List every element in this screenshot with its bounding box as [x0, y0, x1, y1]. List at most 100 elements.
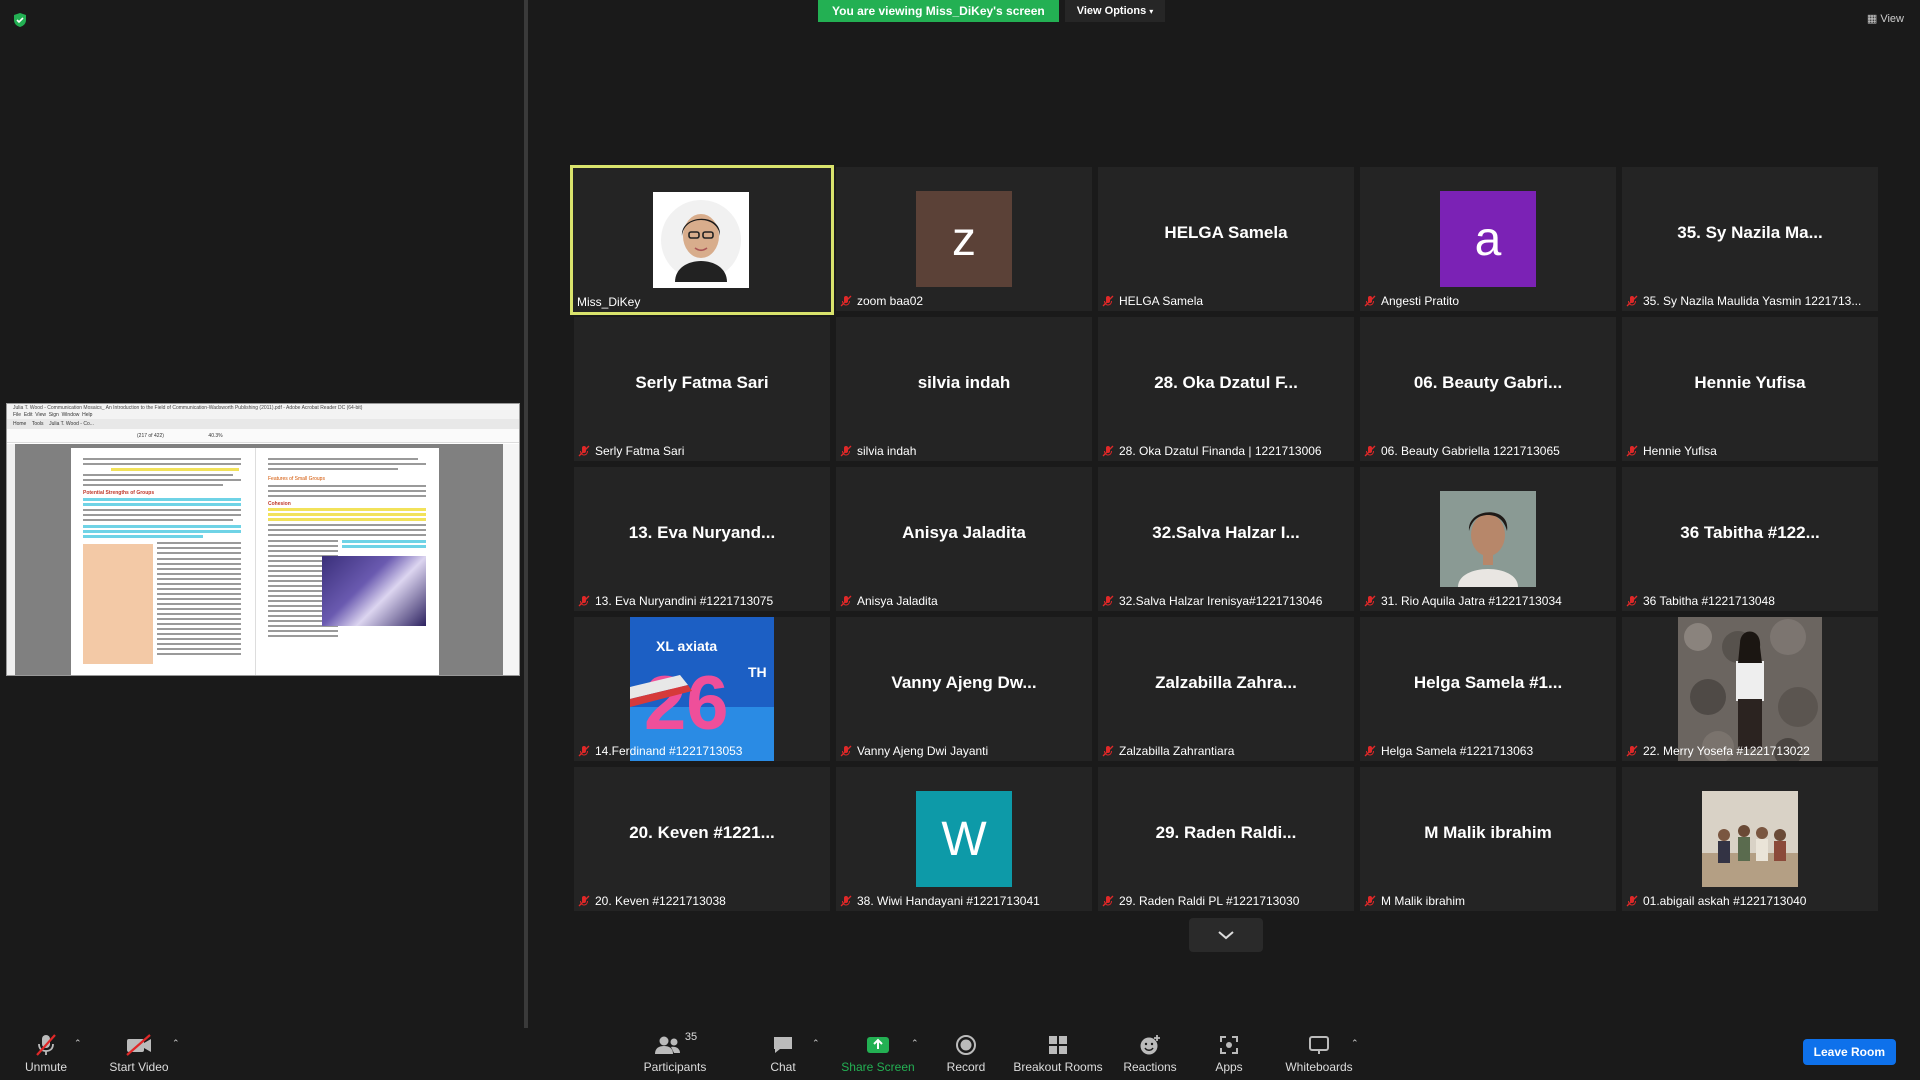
- participant-name-label: M Malik ibrahim: [1364, 894, 1465, 908]
- participant-name-text: Zalzabilla Zahrantiara: [1119, 744, 1235, 758]
- participants-count: 35: [684, 1031, 698, 1043]
- start-video-button[interactable]: Start Video: [104, 1032, 174, 1078]
- participant-tile[interactable]: 01.abigail askah #1221713040: [1622, 767, 1878, 911]
- record-icon: [954, 1032, 978, 1058]
- profile-photo-xl-axiata-logo: XL axiata 26 TH: [630, 617, 774, 761]
- share-screen-button[interactable]: Share Screen: [838, 1032, 918, 1078]
- participant-display-name: 35. Sy Nazila Ma...: [1677, 223, 1823, 242]
- participant-name-label: silvia indah: [840, 444, 916, 458]
- pdf-menu-window: Window: [61, 412, 80, 418]
- participant-tile[interactable]: 31. Rio Aquila Jatra #1221713034: [1360, 467, 1616, 611]
- leave-room-button[interactable]: Leave Room: [1802, 1039, 1896, 1065]
- participant-name-text: Serly Fatma Sari: [595, 444, 685, 458]
- participant-tile[interactable]: Miss_DiKey: [570, 165, 834, 315]
- participant-tile[interactable]: 29. Raden Raldi... 29. Raden Raldi PL #12…: [1098, 767, 1354, 911]
- chat-bubble-icon: [771, 1032, 795, 1058]
- microphone-muted-icon: [840, 445, 852, 457]
- whiteboards-button[interactable]: Whiteboards: [1284, 1032, 1354, 1078]
- participant-tile[interactable]: Helga Samela #1... Helga Samela #12217130…: [1360, 617, 1616, 761]
- video-options-caret[interactable]: ⌃: [172, 1038, 180, 1049]
- record-label: Record: [946, 1060, 986, 1074]
- apps-button[interactable]: Apps: [1211, 1032, 1247, 1078]
- participant-name-text: 29. Raden Raldi PL #1221713030: [1119, 894, 1300, 908]
- pdf-tab-home: Home: [13, 421, 27, 427]
- participant-display-name: Vanny Ajeng Dw...: [891, 673, 1037, 692]
- microphone-muted-icon: [840, 595, 852, 607]
- share-options-caret[interactable]: ⌃: [911, 1038, 919, 1049]
- participant-name-label: 36 Tabitha #1221713048: [1626, 594, 1775, 608]
- participant-tile[interactable]: 32.Salva Halzar I... 32.Salva Halzar Iren…: [1098, 467, 1354, 611]
- participant-tile[interactable]: 13. Eva Nuryand... 13. Eva Nuryandini #12…: [574, 467, 830, 611]
- whiteboards-options-caret[interactable]: ⌃: [1351, 1038, 1359, 1049]
- participant-name-text: Vanny Ajeng Dwi Jayanti: [857, 744, 989, 758]
- viewing-screen-banner: You are viewing Miss_DiKey's screen: [818, 0, 1059, 22]
- pdf-zoom-level: 40.3%: [208, 433, 223, 439]
- participant-name-label: 14.Ferdinand #1221713053: [578, 744, 742, 758]
- participants-icon-wrap: 35: [653, 1031, 698, 1058]
- view-options-button[interactable]: View Options ▾: [1064, 0, 1166, 22]
- participant-name-label: 13. Eva Nuryandini #1221713075: [578, 594, 773, 608]
- participant-tile[interactable]: 36 Tabitha #122... 36 Tabitha #1221713048: [1622, 467, 1878, 611]
- participant-name-label: HELGA Samela: [1102, 294, 1203, 308]
- pdf-tab-tools: Tools: [31, 421, 44, 427]
- reactions-button[interactable]: Reactions: [1123, 1032, 1177, 1078]
- participant-name-text: HELGA Samela: [1119, 294, 1204, 308]
- participant-name-label: 29. Raden Raldi PL #1221713030: [1102, 894, 1299, 908]
- participant-tile[interactable]: 06. Beauty Gabri... 06. Beauty Gabriella …: [1360, 317, 1616, 461]
- pdf-left-heading: Potential Strengths of Groups: [83, 490, 155, 496]
- participant-name-text: Anisya Jaladita: [857, 594, 938, 608]
- participant-tile[interactable]: silvia indah silvia indah: [836, 317, 1092, 461]
- avatar: a: [1440, 191, 1536, 287]
- participant-display-name: 28. Oka Dzatul F...: [1154, 373, 1298, 392]
- unmute-label: Unmute: [24, 1060, 68, 1074]
- audio-options-caret[interactable]: ⌃: [74, 1038, 82, 1049]
- participant-tile[interactable]: 20. Keven #1221... 20. Keven #1221713038: [574, 767, 830, 911]
- panel-splitter[interactable]: [524, 0, 528, 1028]
- pdf-page-indicator: (217 of 422): [137, 433, 164, 439]
- participant-tile[interactable]: 28. Oka Dzatul F... 28. Oka Dzatul Finand…: [1098, 317, 1354, 461]
- participant-name-text: 01.abigail askah #1221713040: [1643, 894, 1807, 908]
- view-button[interactable]: ▦ View: [1867, 12, 1904, 25]
- record-button[interactable]: Record: [944, 1032, 988, 1078]
- participant-tile[interactable]: Zalzabilla Zahra... Zalzabilla Zahrantiar…: [1098, 617, 1354, 761]
- pdf-page-right: Features of Small Groups Cohesion: [255, 448, 439, 675]
- participant-name-text: 20. Keven #1221713038: [595, 894, 726, 908]
- participant-name-text: 13. Eva Nuryandini #1221713075: [595, 594, 774, 608]
- participant-tile[interactable]: Anisya Jaladita Anisya Jaladita: [836, 467, 1092, 611]
- participant-tile[interactable]: Vanny Ajeng Dw... Vanny Ajeng Dwi Jayanti: [836, 617, 1092, 761]
- chat-label: Chat: [770, 1060, 796, 1074]
- shared-screen-view[interactable]: Julia T. Wood - Communication Mosaics_ A…: [6, 403, 520, 676]
- screen-share-banner: You are viewing Miss_DiKey's screen View…: [818, 0, 1166, 22]
- participant-tile[interactable]: HELGA Samela HELGA Samela: [1098, 167, 1354, 311]
- participant-name-text: 14.Ferdinand #1221713053: [595, 744, 743, 758]
- profile-photo-woman-glasses: [653, 192, 749, 288]
- profile-photo-group-outdoors: [1702, 791, 1798, 887]
- participant-tile[interactable]: z zoom baa02: [836, 167, 1092, 311]
- pdf-menu-edit: Edit: [23, 412, 33, 418]
- breakout-rooms-button[interactable]: Breakout Rooms: [1013, 1032, 1103, 1078]
- participant-tile[interactable]: XL axiata 26 TH 14.Ferdinand #1221713053: [574, 617, 830, 761]
- participant-tile[interactable]: 22. Merry Yosefa #1221713022: [1622, 617, 1878, 761]
- participant-tile[interactable]: Hennie Yufisa Hennie Yufisa: [1622, 317, 1878, 461]
- participant-tile[interactable]: Serly Fatma Sari Serly Fatma Sari: [574, 317, 830, 461]
- microphone-muted-icon: [578, 895, 590, 907]
- breakout-rooms-icon: [1046, 1032, 1070, 1058]
- participant-display-name: Serly Fatma Sari: [635, 373, 769, 392]
- participants-button[interactable]: 35 Participants: [640, 1031, 710, 1078]
- participant-tile[interactable]: 35. Sy Nazila Ma... 35. Sy Nazila Maulida…: [1622, 167, 1878, 311]
- participant-tile[interactable]: M Malik ibrahim M Malik ibrahim: [1360, 767, 1616, 911]
- chat-button[interactable]: Chat: [766, 1032, 800, 1078]
- microphone-muted-icon: [1626, 595, 1638, 607]
- gallery-next-page-button[interactable]: [1189, 918, 1263, 952]
- unmute-button[interactable]: Unmute: [18, 1032, 74, 1078]
- participant-name-text: 28. Oka Dzatul Finanda | 1221713006: [1119, 444, 1322, 458]
- microphone-muted-icon: [1364, 895, 1376, 907]
- participant-tile[interactable]: a Angesti Pratito: [1360, 167, 1616, 311]
- participant-name-text: M Malik ibrahim: [1381, 894, 1466, 908]
- chat-options-caret[interactable]: ⌃: [812, 1038, 820, 1049]
- participant-name-label: Zalzabilla Zahrantiara: [1102, 744, 1234, 758]
- participant-tile[interactable]: W 38. Wiwi Handayani #1221713041: [836, 767, 1092, 911]
- participant-display-name: 20. Keven #1221...: [629, 823, 775, 842]
- participant-display-name: Hennie Yufisa: [1694, 373, 1806, 392]
- security-shield-icon[interactable]: [12, 12, 28, 28]
